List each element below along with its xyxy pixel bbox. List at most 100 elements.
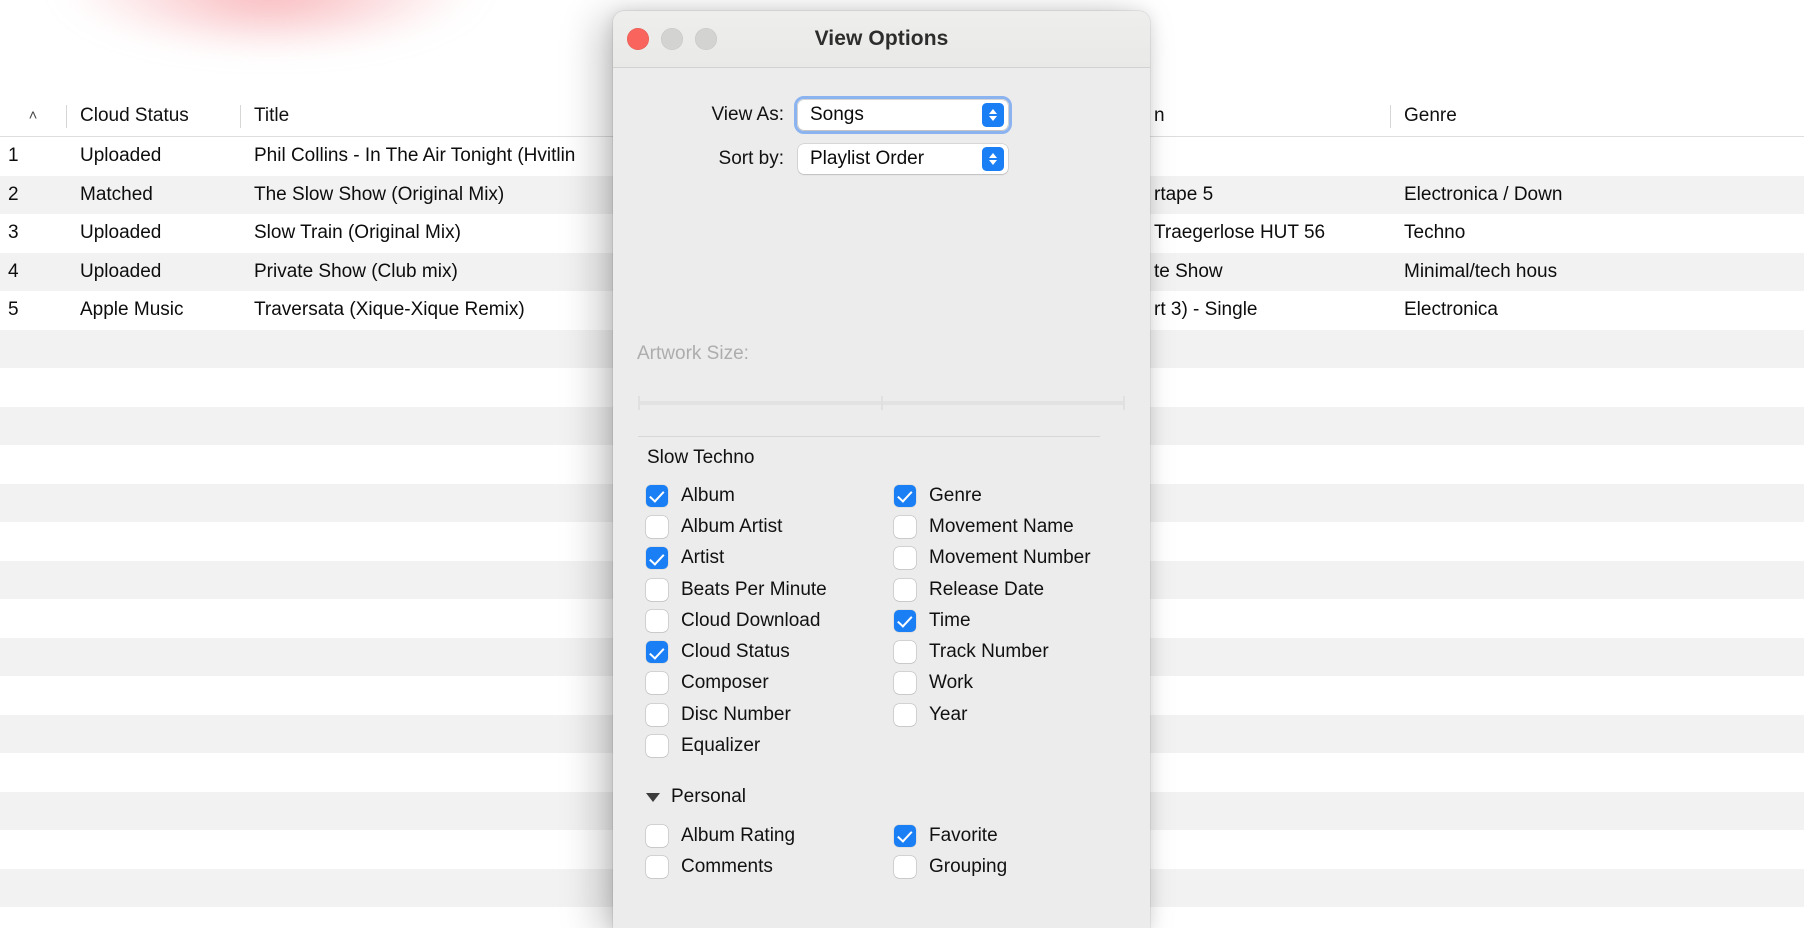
group-title-personal: Personal: [671, 786, 746, 808]
checkbox-movement-number[interactable]: [894, 547, 916, 569]
checkbox-row-album-rating[interactable]: Album Rating: [646, 820, 863, 851]
checkbox-release-date[interactable]: [894, 579, 916, 601]
checkbox-label: Beats Per Minute: [681, 579, 827, 601]
checkbox-album[interactable]: [646, 485, 668, 507]
column-header-cloud-status[interactable]: Cloud Status: [66, 96, 240, 137]
checkbox-row-movement-number[interactable]: Movement Number: [894, 543, 1113, 574]
checkbox-cloud-status[interactable]: [646, 641, 668, 663]
checkbox-cloud-download[interactable]: [646, 610, 668, 632]
view-as-popup-button[interactable]: Songs: [798, 100, 1008, 130]
zoom-button-icon[interactable]: [695, 28, 717, 50]
slider-tick: [638, 396, 640, 410]
checkbox-work[interactable]: [894, 672, 916, 694]
checkbox-label: Artist: [681, 547, 724, 569]
checkbox-album-rating[interactable]: [646, 825, 668, 847]
table-cell-cloud-status: Matched: [66, 184, 240, 206]
checkbox-row-grouping[interactable]: Grouping: [894, 851, 1113, 882]
artwork-size-slider: [638, 395, 1125, 411]
checkbox-row-comments[interactable]: Comments: [646, 851, 863, 882]
minimize-button-icon[interactable]: [661, 28, 683, 50]
column-header-label: Title: [254, 105, 289, 127]
group-header-personal[interactable]: Personal: [646, 786, 746, 808]
checkbox-row-time[interactable]: Time: [894, 605, 1113, 636]
sort-by-popup-button[interactable]: Playlist Order: [798, 144, 1008, 174]
checkbox-label: Disc Number: [681, 704, 791, 726]
checkbox-label: Time: [929, 610, 971, 632]
checkbox-label: Favorite: [929, 825, 998, 847]
table-cell-genre: Techno: [1390, 222, 1804, 244]
checkbox-row-year[interactable]: Year: [894, 699, 1113, 730]
dialog-titlebar[interactable]: View Options: [613, 11, 1150, 68]
checkbox-row-album[interactable]: Album: [646, 480, 863, 511]
checkbox-label: Track Number: [929, 641, 1049, 663]
checkbox-row-cloud-download[interactable]: Cloud Download: [646, 605, 863, 636]
checkbox-beats-per-minute[interactable]: [646, 579, 668, 601]
checkbox-row-favorite[interactable]: Favorite: [894, 820, 1113, 851]
checkbox-row-work[interactable]: Work: [894, 668, 1113, 699]
table-cell-cloud-status: Uploaded: [66, 261, 240, 283]
checkbox-column-left: Album Album Artist Artist Beats Per Minute C…: [613, 480, 863, 762]
table-cell-album: rt 3) - Single: [1140, 299, 1390, 321]
checkbox-comments[interactable]: [646, 856, 668, 878]
checkbox-row-genre[interactable]: Genre: [894, 480, 1113, 511]
checkbox-row-track-number[interactable]: Track Number: [894, 636, 1113, 667]
checkbox-label: Album Artist: [681, 516, 782, 538]
section-divider: [638, 436, 1100, 437]
checkbox-label: Cloud Download: [681, 610, 820, 632]
checkbox-disc-number[interactable]: [646, 704, 668, 726]
checkbox-composer[interactable]: [646, 672, 668, 694]
checkbox-row-composer[interactable]: Composer: [646, 668, 863, 699]
checkbox-label: Comments: [681, 856, 773, 878]
checkbox-row-movement-name[interactable]: Movement Name: [894, 511, 1113, 542]
column-checkbox-grid-personal: Album Rating Comments Favorite Grouping: [613, 820, 1150, 883]
checkbox-row-cloud-status[interactable]: Cloud Status: [646, 636, 863, 667]
table-cell-album: Traegerlose HUT 56: [1140, 222, 1390, 244]
view-as-value: Songs: [810, 104, 864, 126]
checkbox-grouping[interactable]: [894, 856, 916, 878]
checkbox-row-equalizer[interactable]: Equalizer: [646, 730, 863, 761]
column-header-label: n: [1154, 105, 1165, 127]
checkbox-label: Release Date: [929, 579, 1044, 601]
column-header-genre[interactable]: Genre: [1390, 96, 1804, 137]
table-cell-index: 1: [0, 145, 66, 167]
table-cell-genre: Electronica / Down: [1390, 184, 1804, 206]
checkbox-column-left: Album Rating Comments: [613, 820, 863, 883]
checkbox-row-artist[interactable]: Artist: [646, 543, 863, 574]
checkbox-row-release-date[interactable]: Release Date: [894, 574, 1113, 605]
disclosure-triangle-down-icon[interactable]: [646, 793, 660, 802]
table-cell-index: 3: [0, 222, 66, 244]
group-title-slow-techno: Slow Techno: [647, 447, 754, 469]
checkbox-movement-name[interactable]: [894, 516, 916, 538]
checkbox-time[interactable]: [894, 610, 916, 632]
table-cell-album: rtape 5: [1140, 184, 1390, 206]
checkbox-row-album-artist[interactable]: Album Artist: [646, 511, 863, 542]
chevron-updown-icon[interactable]: [982, 103, 1004, 127]
chevron-updown-icon[interactable]: [982, 147, 1004, 171]
column-header-index[interactable]: ˄: [0, 96, 66, 137]
checkbox-year[interactable]: [894, 704, 916, 726]
checkbox-label: Movement Name: [929, 516, 1074, 538]
checkbox-artist[interactable]: [646, 547, 668, 569]
checkbox-label: Album: [681, 485, 735, 507]
checkbox-label: Work: [929, 672, 973, 694]
checkbox-genre[interactable]: [894, 485, 916, 507]
sort-by-label: Sort by:: [613, 148, 798, 170]
table-cell-cloud-status: Apple Music: [66, 299, 240, 321]
checkbox-column-right: Favorite Grouping: [863, 820, 1113, 883]
column-header-label: Cloud Status: [80, 105, 189, 127]
sort-by-value: Playlist Order: [810, 148, 924, 170]
slider-tick: [1123, 396, 1125, 410]
decorative-glow: [60, 0, 480, 40]
table-cell-index: 5: [0, 299, 66, 321]
checkbox-album-artist[interactable]: [646, 516, 668, 538]
checkbox-equalizer[interactable]: [646, 735, 668, 757]
close-button-icon[interactable]: [627, 28, 649, 50]
checkbox-row-disc-number[interactable]: Disc Number: [646, 699, 863, 730]
table-cell-album: te Show: [1140, 261, 1390, 283]
checkbox-favorite[interactable]: [894, 825, 916, 847]
checkbox-track-number[interactable]: [894, 641, 916, 663]
column-header-album[interactable]: n: [1140, 96, 1390, 137]
checkbox-row-beats-per-minute[interactable]: Beats Per Minute: [646, 574, 863, 605]
slider-tick: [881, 396, 883, 410]
table-cell-genre: Minimal/tech hous: [1390, 261, 1804, 283]
